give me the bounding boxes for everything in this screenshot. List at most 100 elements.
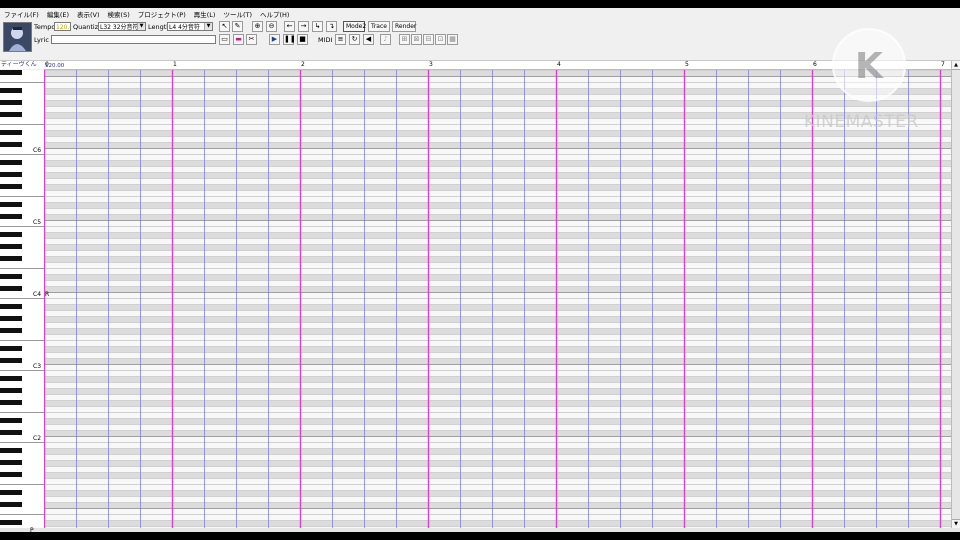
black-key[interactable]	[0, 502, 22, 507]
tool-button-1[interactable]: ⊞	[399, 34, 410, 45]
menu-item-6[interactable]: ツール(T)	[219, 9, 256, 19]
piano-roll-grid[interactable]	[44, 70, 952, 528]
black-key[interactable]	[0, 400, 22, 405]
black-key[interactable]	[0, 472, 22, 477]
black-key[interactable]	[0, 358, 22, 363]
lyric-input[interactable]	[51, 35, 216, 44]
midi-label: MIDI	[318, 36, 333, 44]
piano-roll-canvas[interactable]	[44, 70, 952, 528]
jump-start-button[interactable]: ↳	[312, 21, 323, 32]
zoom-out-button[interactable]: ⊖	[266, 21, 277, 32]
black-key[interactable]	[0, 328, 22, 333]
black-key[interactable]	[0, 160, 22, 165]
jump-end-icon: ↴	[328, 22, 335, 30]
zoom-in-button[interactable]: ⊕	[252, 21, 263, 32]
black-key[interactable]	[0, 286, 22, 291]
black-key[interactable]	[0, 142, 22, 147]
black-key[interactable]	[0, 460, 22, 465]
pointer-tool-button[interactable]: ↖	[219, 21, 230, 32]
midi-icon: ≡	[337, 35, 344, 43]
folder-open-icon: ▬	[235, 35, 242, 43]
black-key[interactable]	[0, 316, 22, 321]
measure-number: 4	[557, 61, 561, 68]
black-key[interactable]	[0, 388, 22, 393]
black-key[interactable]	[0, 448, 22, 453]
horizontal-scrollbar[interactable]	[0, 528, 960, 532]
black-key[interactable]	[0, 256, 22, 261]
loop-icon: ↻	[351, 35, 358, 43]
menu-item-2[interactable]: 表示(V)	[73, 9, 104, 19]
black-key[interactable]	[0, 184, 22, 189]
stop-button[interactable]: ■	[297, 34, 308, 45]
track-name[interactable]: ディーヴくん	[0, 61, 44, 69]
black-key[interactable]	[0, 244, 22, 249]
measure-number: 5	[685, 61, 689, 68]
vertical-scrollbar[interactable]: ▲ ▼	[951, 61, 960, 528]
zoom-out-icon: ⊖	[268, 22, 275, 30]
tool-button-5[interactable]: ▦	[447, 34, 458, 45]
black-key[interactable]	[0, 232, 22, 237]
black-key[interactable]	[0, 88, 22, 93]
black-key[interactable]	[0, 520, 22, 525]
black-key[interactable]	[0, 70, 22, 75]
tempo-input[interactable]: 120.0	[54, 22, 71, 31]
measure-ruler[interactable]: 120.00 01234567	[44, 61, 952, 70]
tool-button-4[interactable]: ⊡	[435, 34, 446, 45]
menu-item-1[interactable]: 編集(E)	[43, 9, 73, 19]
pause-button[interactable]: ❚❚	[283, 34, 296, 45]
play-button[interactable]: ▶	[269, 34, 280, 45]
note-icon: ♪	[383, 35, 388, 43]
mode-button[interactable]: Mode2	[343, 21, 366, 32]
menu-item-4[interactable]: プロジェクト(P)	[134, 9, 190, 19]
black-key[interactable]	[0, 202, 22, 207]
key-separator	[0, 340, 44, 341]
edit-button[interactable]: ✂	[246, 34, 257, 45]
render-button[interactable]: Render	[392, 21, 416, 32]
black-key[interactable]	[0, 490, 22, 495]
black-key[interactable]	[0, 376, 22, 381]
black-key[interactable]	[0, 214, 22, 219]
black-key[interactable]	[0, 112, 22, 117]
folder-button[interactable]: ▬	[233, 34, 244, 45]
key-separator	[0, 268, 44, 269]
key-separator	[0, 442, 44, 443]
black-key[interactable]	[0, 346, 22, 351]
tool-button-2[interactable]: ⊠	[411, 34, 422, 45]
scroll-up-icon[interactable]: ▲	[952, 61, 960, 70]
midi-in-button[interactable]: ≡	[335, 34, 346, 45]
arrow-left-icon: ←	[286, 22, 293, 30]
quantize-select[interactable]: L32 32分音符 ▼	[98, 22, 146, 31]
singer-avatar[interactable]	[3, 22, 32, 52]
back-button[interactable]: ←	[284, 21, 295, 32]
key-separator	[0, 298, 44, 299]
pencil-tool-button[interactable]: ✎	[232, 21, 243, 32]
measure-number: 0	[45, 61, 49, 68]
folder-icon: ▭	[221, 35, 228, 43]
menu-item-0[interactable]: ファイル(F)	[0, 9, 43, 19]
key-separator	[0, 82, 44, 83]
key-separator	[0, 154, 44, 155]
black-key[interactable]	[0, 418, 22, 423]
scroll-down-icon[interactable]: ▼	[952, 519, 960, 528]
midi-loop-button[interactable]: ↻	[349, 34, 360, 45]
disabled-button[interactable]: ♪	[380, 34, 391, 45]
open-folder-button[interactable]: ▭	[219, 34, 230, 45]
piano-keyboard[interactable]: C6 C5 C4 C3 C2	[0, 70, 45, 528]
menu-item-3[interactable]: 検索(S)	[104, 9, 134, 19]
key-separator	[0, 226, 44, 227]
black-key[interactable]	[0, 430, 22, 435]
jump-end-button[interactable]: ↴	[326, 21, 337, 32]
length-select[interactable]: L4 4分音符 ▼	[167, 22, 213, 31]
menu-item-7[interactable]: ヘルプ(H)	[256, 9, 293, 19]
tool-button-3[interactable]: ⊟	[423, 34, 434, 45]
forward-button[interactable]: →	[298, 21, 309, 32]
stop-icon: ■	[299, 35, 306, 43]
black-key[interactable]	[0, 274, 22, 279]
black-key[interactable]	[0, 304, 22, 309]
black-key[interactable]	[0, 172, 22, 177]
trace-button[interactable]: Trace	[368, 21, 390, 32]
black-key[interactable]	[0, 130, 22, 135]
black-key[interactable]	[0, 100, 22, 105]
menu-item-5[interactable]: 再生(L)	[190, 9, 220, 19]
midi-speaker-button[interactable]: ◀	[363, 34, 374, 45]
